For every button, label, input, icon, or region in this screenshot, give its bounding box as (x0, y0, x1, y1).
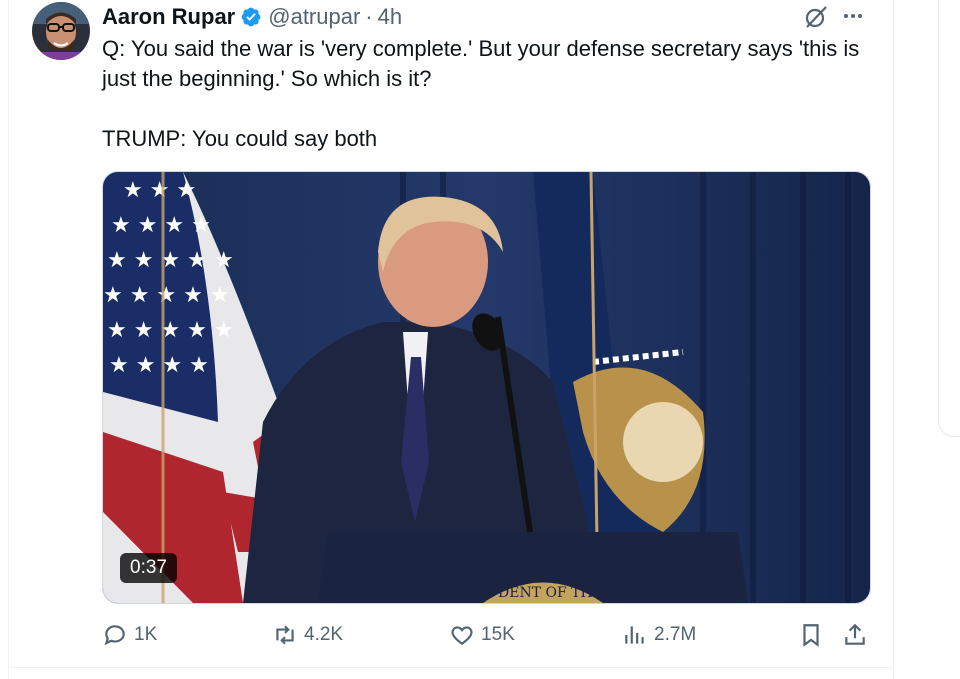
tweet-text-answer: TRUMP: You could say both (102, 126, 378, 151)
like-button[interactable]: 15K (449, 618, 515, 652)
video-duration-badge: 0:37 (120, 553, 177, 583)
share-icon (845, 623, 865, 645)
like-count: 15K (481, 624, 515, 645)
reply-icon (104, 625, 125, 646)
column-divider-right (893, 0, 894, 679)
svg-text:★ ★ ★ ★: ★ ★ ★ ★ (109, 353, 209, 378)
tweet-text-question: Q: You said the war is 'very complete.' … (102, 36, 860, 91)
bookmark-icon (803, 624, 819, 647)
repost-button[interactable]: 4.2K (272, 618, 343, 652)
svg-text:★ ★ ★ ★ ★: ★ ★ ★ ★ ★ (103, 283, 230, 308)
tweet-header: Aaron Rupar @atrupar · 4h (102, 4, 402, 30)
author-name[interactable]: Aaron Rupar (102, 4, 235, 30)
grok-icon[interactable] (803, 4, 829, 30)
avatar[interactable] (32, 2, 90, 60)
tweet-text: Q: You said the war is 'very complete.' … (102, 34, 872, 154)
repost-icon (276, 625, 294, 645)
repost-count: 4.2K (304, 624, 344, 645)
like-icon (451, 626, 473, 645)
tweet-divider (8, 667, 893, 668)
more-icon[interactable] (843, 8, 863, 20)
share-button[interactable] (842, 618, 874, 652)
svg-text:★ ★ ★ ★ ★: ★ ★ ★ ★ ★ (107, 318, 234, 343)
separator-dot: · (365, 4, 373, 29)
reply-button[interactable]: 1K (102, 618, 157, 652)
verified-badge-icon (240, 6, 262, 28)
views-icon (625, 626, 644, 644)
svg-text:DENT OF THE: DENT OF THE (498, 585, 603, 601)
views-count: 2.7M (654, 624, 697, 645)
video-player[interactable]: ★ ★ ★ ★ ★ ★ ★ ★ ★ ★ ★ ★ ★ ★ ★ ★ ★ ★ ★ ★ … (102, 171, 871, 604)
action-bar: 1K 4.2K 15K 2.7M (102, 618, 872, 652)
views-button[interactable]: 2.7M (622, 618, 696, 652)
svg-text:★ ★ ★ ★: ★ ★ ★ ★ (111, 213, 211, 238)
tweet[interactable]: Aaron Rupar @atrupar · 4h Q: You said th… (0, 0, 893, 679)
sidebar-panel (938, 0, 960, 437)
svg-text:★ ★ ★: ★ ★ ★ (123, 178, 196, 203)
reply-count: 1K (134, 624, 158, 645)
author-handle[interactable]: @atrupar (268, 4, 360, 30)
svg-text:★ ★ ★ ★ ★: ★ ★ ★ ★ ★ (107, 248, 234, 273)
timestamp[interactable]: 4h (378, 4, 402, 30)
bookmark-button[interactable] (798, 618, 830, 652)
